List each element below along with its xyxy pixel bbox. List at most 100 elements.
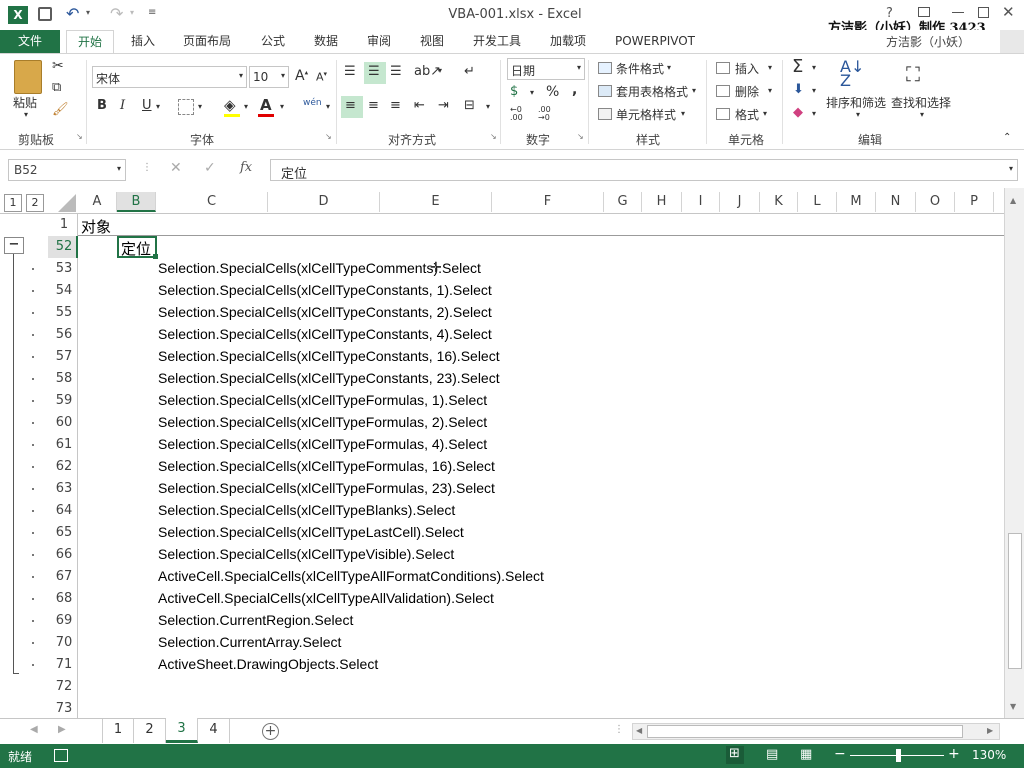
cell-c62[interactable]: Selection.SpecialCells(xlCellTypeFormula… [158,458,495,474]
borders-icon[interactable] [178,99,194,115]
row-header[interactable]: 69 [50,613,78,628]
row-header[interactable]: 71 [50,657,78,672]
merge-center-icon[interactable]: ⊟ [464,98,475,113]
collapse-ribbon-icon[interactable]: ⌃ [1003,132,1011,143]
conditional-format-button[interactable]: 条件格式 [616,60,664,77]
tab-powerpivot[interactable]: POWERPIVOT [610,30,700,54]
find-dropdown-icon[interactable]: ▾ [920,110,924,119]
row-header[interactable]: 56 [50,327,78,342]
align-middle-button[interactable]: ☰ [364,62,386,84]
row-header[interactable]: 52 [50,239,78,254]
format-dropdown-icon[interactable]: ▾ [763,109,767,118]
sheet-tab-2[interactable]: 2 [134,719,166,743]
delete-dropdown-icon[interactable]: ▾ [768,86,772,95]
scroll-up-icon[interactable]: ▲ [1010,196,1016,205]
add-sheet-icon[interactable]: + [262,723,279,740]
formula-input[interactable]: 定位 ▾ [270,159,1018,182]
phonetic-dropdown-icon[interactable]: ▾ [326,102,330,111]
row-header[interactable]: 72 [50,679,78,694]
cut-icon[interactable]: ✂ [52,58,64,74]
clear-dropdown-icon[interactable]: ▾ [812,109,816,118]
tab-review[interactable]: 审阅 [358,30,400,54]
orientation-dropdown-icon[interactable]: ▾ [438,66,442,75]
cell-c60[interactable]: Selection.SpecialCells(xlCellTypeFormula… [158,414,487,430]
tab-view[interactable]: 视图 [411,30,453,54]
scroll-right-icon[interactable]: ▶ [987,726,993,735]
expand-formula-icon[interactable]: ▾ [1009,164,1013,173]
row-header[interactable]: 60 [50,415,78,430]
format-painter-icon[interactable]: 🖌 [52,102,69,117]
cell-c54[interactable]: Selection.SpecialCells(xlCellTypeConstan… [158,282,492,298]
delete-cells-button[interactable]: 删除 [735,83,759,100]
redo-dropdown-icon[interactable]: ▾ [130,8,134,17]
clear-icon[interactable]: ◆ [793,105,803,120]
cell-c58[interactable]: Selection.SpecialCells(xlCellTypeConstan… [158,370,500,386]
bold-button[interactable]: B [97,98,107,113]
cell-c67[interactable]: ActiveCell.SpecialCells(xlCellTypeAllFor… [158,568,544,584]
shrink-font-icon[interactable]: A▾ [316,70,327,84]
clipboard-launcher-icon[interactable]: ↘ [76,132,83,141]
help-icon[interactable]: ? [886,6,893,21]
autosum-icon[interactable]: Σ [792,56,803,77]
percent-button[interactable]: % [546,84,559,100]
tab-insert[interactable]: 插入 [122,30,164,54]
sheet-tab-3[interactable]: 3 [166,718,198,743]
zoom-in-icon[interactable]: + [948,746,960,762]
sort-dropdown-icon[interactable]: ▾ [856,110,860,119]
underline-dropdown-icon[interactable]: ▾ [156,102,160,111]
row-header[interactable]: 62 [50,459,78,474]
fill-handle[interactable] [153,254,158,259]
insert-dropdown-icon[interactable]: ▾ [768,63,772,72]
format-cells-button[interactable]: 格式 [735,106,759,123]
fill-dropdown-icon[interactable]: ▾ [812,86,816,95]
cell-c70[interactable]: Selection.CurrentArray.Select [158,634,341,650]
macro-record-icon[interactable] [54,749,68,762]
format-as-table-button[interactable]: 套用表格格式 [616,83,688,100]
cell-c61[interactable]: Selection.SpecialCells(xlCellTypeFormula… [158,436,487,452]
cancel-entry-icon[interactable]: ✕ [170,160,182,176]
row-header[interactable]: 64 [50,503,78,518]
name-box[interactable]: B52 ▾ [8,159,126,181]
selected-cell-b52[interactable] [117,236,157,258]
vertical-scrollbar[interactable]: ▲ ▼ [1004,188,1024,718]
row-header[interactable]: 54 [50,283,78,298]
autosum-dropdown-icon[interactable]: ▾ [812,63,816,72]
number-launcher-icon[interactable]: ↘ [577,132,584,141]
cell-c64[interactable]: Selection.SpecialCells(xlCellTypeBlanks)… [158,502,455,518]
fill-color-icon[interactable]: ◈ [224,96,236,114]
sort-filter-button[interactable]: 排序和筛选 [826,94,886,111]
cell-c55[interactable]: Selection.SpecialCells(xlCellTypeConstan… [158,304,492,320]
font-size-combobox[interactable]: 10 ▾ [249,66,289,88]
close-icon[interactable]: ✕ [1002,3,1015,21]
phonetic-icon[interactable]: wén [303,98,322,108]
align-top-icon[interactable]: ☰ [344,64,356,79]
cell-c66[interactable]: Selection.SpecialCells(xlCellTypeVisible… [158,546,454,562]
paste-dropdown-icon[interactable]: ▾ [24,110,28,119]
italic-button[interactable]: I [120,98,125,113]
align-right-icon[interactable]: ≡ [390,98,401,113]
row-header[interactable]: 67 [50,569,78,584]
next-sheet-icon[interactable]: ▶ [58,724,66,735]
undo-dropdown-icon[interactable]: ▾ [86,8,90,17]
minimize-icon[interactable] [952,12,964,13]
tab-developer[interactable]: 开发工具 [466,30,528,54]
cell-c57[interactable]: Selection.SpecialCells(xlCellTypeConstan… [158,348,500,364]
decrease-decimal-icon[interactable]: .00 →0 [538,106,551,122]
cell-c68[interactable]: ActiveCell.SpecialCells(xlCellTypeAllVal… [158,590,494,606]
row-header[interactable]: 59 [50,393,78,408]
zoom-out-icon[interactable]: − [834,746,846,762]
sheet-tab-4[interactable]: 4 [198,719,230,743]
row-header[interactable]: 63 [50,481,78,496]
row-header[interactable]: 53 [50,261,78,276]
row-header[interactable]: 73 [50,701,78,716]
user-name[interactable]: 方洁影（小妖） [886,33,970,50]
increase-indent-icon[interactable]: ⇥ [438,98,449,113]
format-table-dropdown-icon[interactable]: ▾ [692,86,696,95]
cell-c65[interactable]: Selection.SpecialCells(xlCellTypeLastCel… [158,524,464,540]
worksheet-grid[interactable]: 1 2 ABCDEFGHIJKLMNOP − 1 对象 52 定位 53 Selectio… [0,188,1024,718]
scroll-left-icon[interactable]: ◀ [636,726,642,735]
borders-dropdown-icon[interactable]: ▾ [198,102,202,111]
insert-cells-button[interactable]: 插入 [735,60,759,77]
fill-down-icon[interactable]: ⬇ [793,82,804,97]
save-icon[interactable] [38,7,52,21]
